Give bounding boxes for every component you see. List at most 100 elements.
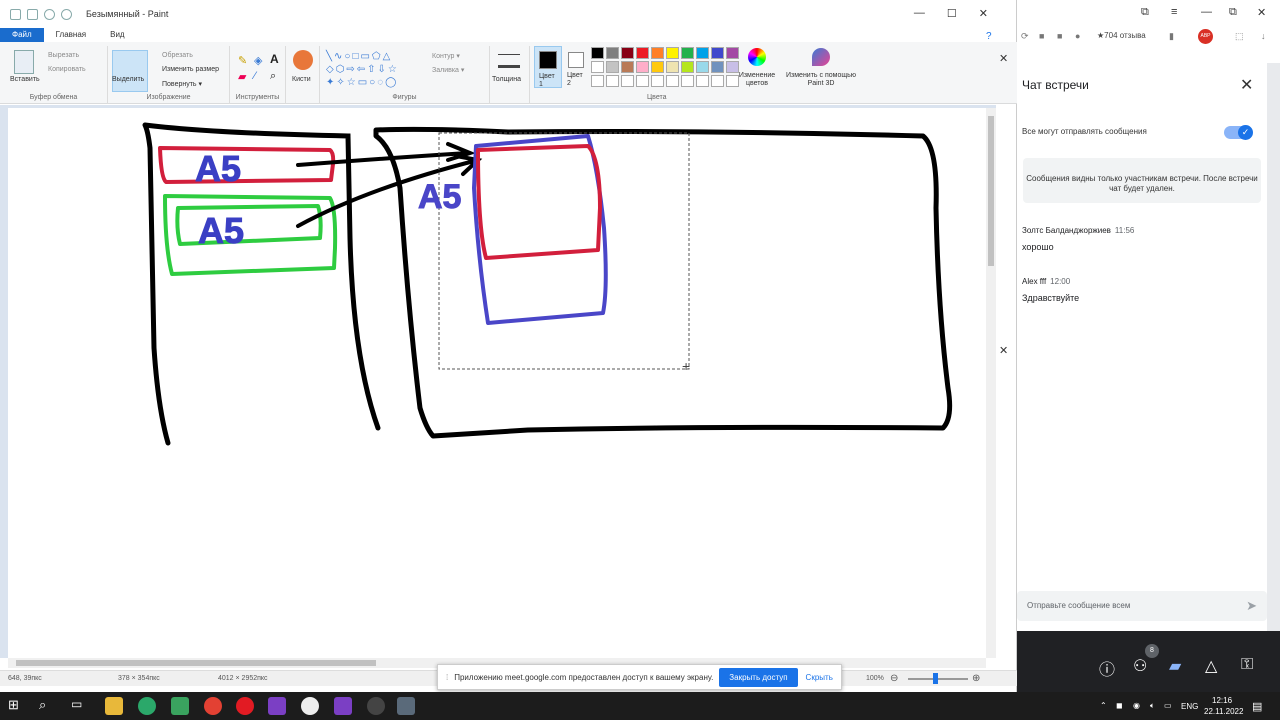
- palette-swatch[interactable]: [591, 61, 604, 73]
- palette-swatch[interactable]: [681, 47, 694, 59]
- obs-icon[interactable]: [367, 697, 385, 715]
- help-icon[interactable]: ?: [986, 31, 992, 42]
- palette-swatch[interactable]: [696, 61, 709, 73]
- size-button[interactable]: Толщина: [492, 76, 521, 83]
- search-icon[interactable]: ⌕: [39, 697, 57, 715]
- palette-swatch[interactable]: [636, 61, 649, 73]
- chat-permission-toggle[interactable]: ✓: [1224, 125, 1253, 140]
- adblock-icon[interactable]: ABP: [1198, 29, 1213, 44]
- menu-view[interactable]: Вид: [98, 28, 136, 42]
- drawing-canvas[interactable]: A5 A5 A5 +: [8, 108, 986, 658]
- outline-button[interactable]: Контур ▾: [432, 52, 460, 60]
- yandex-browser-icon[interactable]: [301, 697, 319, 715]
- info-icon[interactable]: ⓘ: [1099, 656, 1115, 680]
- paint3d-button[interactable]: Изменить с помощью Paint 3D: [786, 72, 856, 88]
- palette-swatch[interactable]: [636, 47, 649, 59]
- paint-taskbar-icon[interactable]: [397, 697, 415, 715]
- restore-icon[interactable]: ⧉: [1229, 6, 1237, 19]
- bookmark-icon[interactable]: ▮: [1169, 31, 1174, 42]
- yandex-icon[interactable]: [236, 697, 254, 715]
- chat-close-icon[interactable]: ✕: [1240, 75, 1253, 95]
- visual-studio-icon-2[interactable]: [334, 697, 352, 715]
- palette-swatch[interactable]: [621, 75, 634, 87]
- extensions-icon[interactable]: ⬚: [1235, 31, 1244, 42]
- close-button[interactable]: ✕: [979, 7, 988, 20]
- palette-swatch[interactable]: [651, 61, 664, 73]
- palette-swatch[interactable]: [606, 47, 619, 59]
- menu-home[interactable]: Главная: [44, 28, 98, 42]
- menu-file[interactable]: Файл: [0, 28, 44, 42]
- palette-swatch[interactable]: [711, 75, 724, 87]
- palette-swatch[interactable]: [711, 47, 724, 59]
- network-icon[interactable]: ◉: [1133, 701, 1140, 710]
- paste-button[interactable]: Вставить: [10, 76, 40, 83]
- panel-close-icon-2[interactable]: ✕: [999, 344, 1008, 357]
- windows-start-icon[interactable]: ⊞: [8, 697, 26, 715]
- redo-icon[interactable]: [61, 8, 72, 20]
- fill-button[interactable]: Заливка ▾: [432, 66, 464, 74]
- palette-swatch[interactable]: [696, 47, 709, 59]
- palette-swatch[interactable]: [696, 75, 709, 87]
- palette-swatch[interactable]: [621, 47, 634, 59]
- palette-swatch[interactable]: [606, 75, 619, 87]
- activities-icon[interactable]: △: [1205, 656, 1217, 676]
- minimize-browser-icon[interactable]: —: [1201, 6, 1212, 18]
- menu-icon[interactable]: ≡: [1171, 6, 1177, 18]
- palette-swatch[interactable]: [726, 47, 739, 59]
- zoom-slider-thumb[interactable]: [933, 673, 938, 684]
- palette-swatch[interactable]: [636, 75, 649, 87]
- send-icon[interactable]: ➤: [1246, 598, 1257, 614]
- store-icon[interactable]: [171, 697, 189, 715]
- undo-icon[interactable]: [44, 8, 55, 20]
- video-icon[interactable]: ■: [1057, 31, 1062, 41]
- vertical-scrollbar[interactable]: [986, 108, 996, 658]
- close-browser-icon[interactable]: ✕: [1257, 6, 1266, 19]
- eraser-icon[interactable]: ▰: [238, 70, 246, 83]
- chat-icon[interactable]: ▰: [1169, 656, 1181, 676]
- palette-swatch[interactable]: [606, 61, 619, 73]
- clock-time[interactable]: 12:16: [1212, 696, 1232, 705]
- hide-button[interactable]: Скрыть: [806, 673, 833, 682]
- volume-icon[interactable]: 🔈︎: [1150, 701, 1155, 711]
- task-view-icon[interactable]: ▭: [71, 697, 89, 715]
- host-controls-icon[interactable]: ⚿: [1241, 656, 1253, 674]
- palette-swatch[interactable]: [711, 61, 724, 73]
- mic-icon[interactable]: ●: [1075, 31, 1080, 41]
- fill-icon[interactable]: ◈: [254, 54, 262, 67]
- tray-chevron-icon[interactable]: ⌃: [1100, 701, 1107, 710]
- minimize-button[interactable]: —: [914, 7, 925, 20]
- camera-icon[interactable]: ■: [1039, 31, 1044, 41]
- size-icon[interactable]: [498, 54, 520, 68]
- palette-swatch[interactable]: [666, 47, 679, 59]
- color-palette[interactable]: [591, 47, 739, 87]
- notifications-icon[interactable]: ▤: [1252, 700, 1262, 713]
- color1-button[interactable]: Цвет 1: [534, 46, 562, 88]
- palette-swatch[interactable]: [621, 61, 634, 73]
- drag-handle-icon[interactable]: ⁞: [446, 673, 448, 682]
- panel-close-icon[interactable]: ✕: [999, 52, 1008, 65]
- edit-colors-button[interactable]: Изменение цветов: [735, 72, 779, 88]
- save-icon[interactable]: [27, 8, 38, 20]
- pencil-icon[interactable]: ✎: [238, 54, 247, 67]
- crop-button[interactable]: Обрезать: [162, 52, 193, 59]
- palette-swatch[interactable]: [666, 61, 679, 73]
- stop-sharing-button[interactable]: Закрыть доступ: [719, 667, 798, 687]
- visual-studio-icon[interactable]: [268, 697, 286, 715]
- tab-icon[interactable]: ⧉: [1141, 6, 1149, 19]
- zoom-in-icon[interactable]: ⊕: [972, 673, 980, 684]
- maximize-button[interactable]: ☐: [947, 7, 957, 20]
- edit-colors-icon[interactable]: [748, 48, 766, 66]
- color-picker-icon[interactable]: ⁄: [254, 70, 256, 82]
- palette-swatch[interactable]: [681, 61, 694, 73]
- palette-swatch[interactable]: [666, 75, 679, 87]
- tray-icon[interactable]: ◼: [1116, 701, 1123, 710]
- magnifier-icon[interactable]: ⌕: [270, 70, 276, 83]
- color2-button[interactable]: Цвет 2: [565, 46, 589, 88]
- refresh-icon[interactable]: ⟳: [1021, 31, 1029, 42]
- cut-button[interactable]: Вырезать: [48, 52, 79, 59]
- battery-icon[interactable]: ▭: [1164, 701, 1172, 710]
- people-icon[interactable]: ⚇: [1133, 656, 1147, 676]
- brushes-button[interactable]: Кисти: [292, 76, 311, 83]
- language-indicator[interactable]: ENG: [1181, 702, 1198, 711]
- copy-button[interactable]: Копировать: [48, 66, 86, 73]
